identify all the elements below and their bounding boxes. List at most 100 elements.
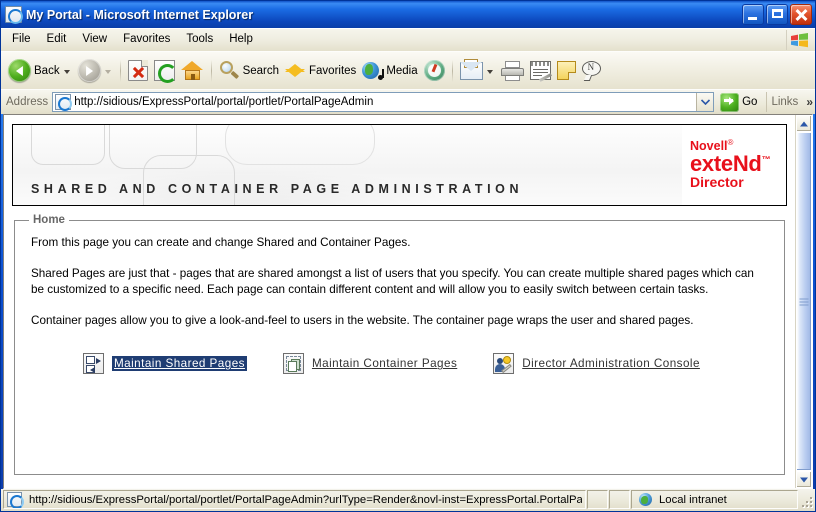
- address-label: Address: [6, 96, 49, 108]
- puzzle-outline-decoration: [31, 125, 105, 165]
- menu-bar: File Edit View Favorites Tools Help: [1, 29, 815, 51]
- search-label: Search: [242, 64, 280, 77]
- menu-item-tools[interactable]: Tools: [178, 31, 221, 50]
- back-history-chevron-down-icon[interactable]: [63, 70, 70, 74]
- mail-chevron-down-icon[interactable]: [486, 70, 493, 74]
- scroll-track[interactable]: [796, 132, 812, 471]
- maintain-shared-pages-label[interactable]: Maintain Shared Pages: [112, 356, 247, 372]
- stop-button[interactable]: [125, 55, 151, 87]
- messenger-button[interactable]: N: [579, 55, 606, 87]
- edit-button[interactable]: [527, 55, 554, 87]
- status-url-text: http://sidious/ExpressPortal/portal/port…: [29, 493, 582, 506]
- links-bar-button[interactable]: Links: [766, 92, 802, 112]
- shared-pages-paragraph: Shared Pages are just that - pages that …: [31, 266, 754, 297]
- back-label: Back: [34, 64, 60, 77]
- scroll-up-arrow-icon[interactable]: [796, 115, 812, 132]
- browser-window: My Portal - Microsoft Internet Explorer …: [0, 0, 816, 512]
- browser-chrome: File Edit View Favorites Tools Help Back: [1, 28, 815, 114]
- go-button[interactable]: Go: [718, 92, 762, 113]
- scroll-down-arrow-icon[interactable]: [796, 471, 812, 488]
- maximize-button[interactable]: [766, 4, 788, 25]
- page-title: SHARED AND CONTAINER PAGE ADMINISTRATION: [31, 182, 524, 196]
- edit-page-icon: [529, 61, 552, 82]
- home-button[interactable]: [178, 55, 207, 87]
- container-pages-paragraph: Container pages allow you to give a look…: [31, 313, 694, 327]
- status-url-panel: http://sidious/ExpressPortal/portal/port…: [3, 490, 586, 509]
- mail-button[interactable]: [457, 55, 498, 87]
- home-panel: Home From this page you can create and c…: [14, 214, 785, 475]
- security-zone-panel[interactable]: Local intranet: [631, 490, 798, 509]
- toolbar-divider: [119, 59, 121, 82]
- mail-envelope-icon: [459, 58, 483, 80]
- back-button[interactable]: Back: [5, 55, 75, 87]
- maintain-shared-pages-link[interactable]: Maintain Shared Pages: [83, 353, 247, 375]
- shared-pages-icon: [83, 353, 104, 375]
- favorites-label: Favorites: [309, 64, 357, 77]
- address-url-text[interactable]: http://sidious/ExpressPortal/portal/port…: [74, 96, 696, 108]
- media-globe-icon: [362, 61, 385, 81]
- messenger-icon: N: [581, 60, 603, 81]
- print-button[interactable]: [498, 55, 527, 87]
- links-label: Links: [771, 96, 799, 108]
- minimize-button[interactable]: [742, 4, 764, 25]
- status-bar: http://sidious/ExpressPortal/portal/port…: [1, 489, 815, 511]
- status-panel-3: [609, 490, 630, 509]
- menu-item-view[interactable]: View: [74, 31, 115, 50]
- address-bar: Address http://sidious/ExpressPortal/por…: [1, 89, 815, 114]
- refresh-icon: [153, 60, 177, 83]
- admin-console-icon: [493, 353, 515, 375]
- director-administration-console-link[interactable]: Director Administration Console: [493, 353, 700, 375]
- close-button[interactable]: [790, 4, 812, 25]
- menu-item-favorites[interactable]: Favorites: [115, 31, 178, 50]
- address-input[interactable]: http://sidious/ExpressPortal/portal/port…: [52, 92, 715, 112]
- star-icon: [285, 61, 306, 81]
- logo-line-director: Director: [690, 174, 744, 191]
- toolbar-divider-2: [210, 59, 212, 82]
- windows-flag-icon: [786, 30, 812, 50]
- double-chevron-icon[interactable]: »: [806, 95, 813, 109]
- security-zone-label: Local intranet: [659, 493, 727, 506]
- go-arrow-icon: [720, 92, 740, 112]
- vertical-scrollbar[interactable]: [795, 115, 812, 488]
- favorites-button[interactable]: Favorites: [282, 55, 359, 87]
- intro-paragraph: From this page you can create and change…: [31, 236, 411, 249]
- stop-icon: [127, 60, 148, 81]
- ie-page-icon: [7, 492, 24, 508]
- menu-item-edit[interactable]: Edit: [39, 31, 75, 50]
- forward-button[interactable]: [75, 55, 116, 87]
- forward-history-chevron-down-icon[interactable]: [104, 70, 111, 74]
- forward-arrow-icon: [77, 59, 101, 82]
- refresh-button[interactable]: [151, 55, 178, 87]
- discuss-button[interactable]: [554, 55, 579, 87]
- media-label: Media: [386, 64, 418, 77]
- puzzle-outline-decoration: [225, 125, 375, 165]
- ie-page-icon: [55, 94, 73, 111]
- back-arrow-icon: [8, 59, 31, 82]
- portal-document: SHARED AND CONTAINER PAGE ADMINISTRATION…: [4, 115, 795, 488]
- maintain-container-pages-link[interactable]: Maintain Container Pages: [282, 353, 457, 375]
- director-administration-console-label[interactable]: Director Administration Console: [522, 357, 700, 370]
- resize-grip[interactable]: [799, 490, 813, 509]
- scroll-thumb-grip: [799, 298, 809, 305]
- title-bar: My Portal - Microsoft Internet Explorer: [1, 1, 815, 28]
- history-button[interactable]: [421, 55, 448, 87]
- logo-extend-text: exteNd: [690, 151, 762, 177]
- search-button[interactable]: Search: [216, 55, 282, 87]
- page-viewport: SHARED AND CONTAINER PAGE ADMINISTRATION…: [3, 114, 813, 489]
- ie-document-icon: [5, 6, 23, 24]
- puzzle-outline-decoration: [143, 155, 235, 205]
- logo-line-extend: exteNd™: [690, 153, 786, 175]
- address-dropdown-chevron-down-icon[interactable]: [696, 93, 714, 111]
- go-label: Go: [742, 96, 758, 108]
- window-controls: [742, 4, 812, 25]
- status-panel-2: [587, 490, 608, 509]
- menu-item-help[interactable]: Help: [221, 31, 261, 50]
- maintain-container-pages-label[interactable]: Maintain Container Pages: [312, 357, 457, 370]
- media-button[interactable]: Media: [359, 55, 420, 87]
- action-links-row: Maintain Shared Pages Maintain Container…: [31, 353, 768, 375]
- window-title: My Portal - Microsoft Internet Explorer: [26, 7, 254, 22]
- home-icon: [180, 60, 204, 81]
- vertical-scroll-thumb[interactable]: [796, 132, 812, 471]
- sticky-note-icon: [556, 61, 576, 80]
- menu-item-file[interactable]: File: [4, 31, 39, 50]
